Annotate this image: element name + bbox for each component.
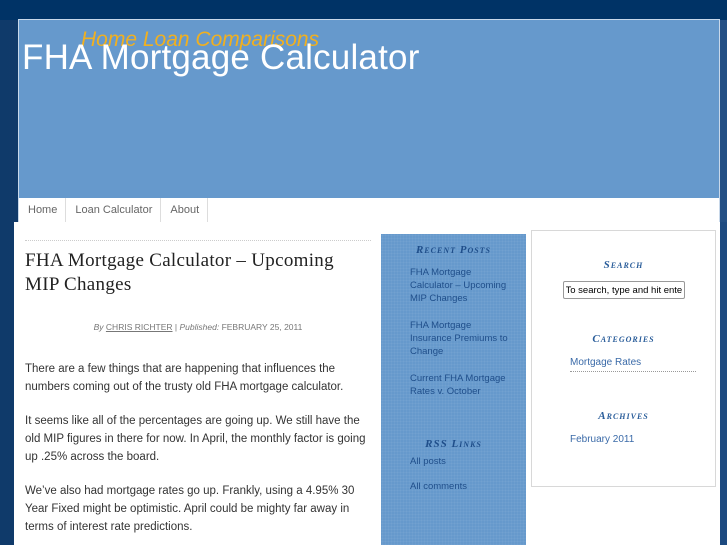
search-title: Search <box>603 259 644 271</box>
post-body: There are a few things that are happenin… <box>25 360 371 536</box>
main-column: FHA Mortgage Calculator – Upcoming MIP C… <box>25 240 371 545</box>
post-paragraph: It seems like all of the percentages are… <box>25 415 366 463</box>
rss-links-list: All posts All comments <box>381 456 526 492</box>
rss-all-posts-link[interactable]: All posts <box>410 456 526 467</box>
nav-loan-calculator[interactable]: Loan Calculator <box>66 198 162 222</box>
author-link[interactable]: CHRIS RICHTER <box>106 322 173 332</box>
page-background-top <box>0 0 727 20</box>
content-area: FHA Mortgage Calculator – Upcoming MIP C… <box>14 222 720 545</box>
post-paragraph: We’ve also had mortgage rates go up. Fra… <box>25 485 355 533</box>
categories-title: Categories <box>592 333 655 345</box>
search-input[interactable] <box>562 281 685 299</box>
archives-title: Archives <box>598 410 649 422</box>
recent-post-link[interactable]: FHA Mortgage Insurance Premiums to Chang… <box>410 319 512 358</box>
nav-about[interactable]: About <box>161 198 209 222</box>
divider <box>25 240 371 241</box>
recent-post-link[interactable]: Current FHA Mortgage Rates v. October <box>410 372 512 398</box>
site-header: Home Loan Comparisons FHA Mortgage Calcu… <box>18 19 720 199</box>
byline-separator: | <box>174 322 178 332</box>
post-paragraph: There are a few things that are happenin… <box>25 363 344 393</box>
site-title[interactable]: FHA Mortgage Calculator <box>22 38 420 78</box>
post-byline: By CHRIS RICHTER | Published: FEBRUARY 2… <box>25 322 371 332</box>
recent-posts-list: FHA Mortgage Calculator – Upcoming MIP C… <box>381 266 526 398</box>
rss-all-comments-link[interactable]: All comments <box>410 481 526 492</box>
category-link[interactable]: Mortgage Rates <box>570 357 696 372</box>
rss-links-title: RSS Links <box>425 438 482 450</box>
byline-by-label: By <box>93 322 104 332</box>
archive-link[interactable]: February 2011 <box>570 434 715 445</box>
post-date: FEBRUARY 25, 2011 <box>221 322 303 332</box>
byline-published-label: Published: <box>179 322 220 332</box>
main-nav: Home Loan Calculator About <box>18 198 720 222</box>
recent-post-link[interactable]: FHA Mortgage Calculator – Upcoming MIP C… <box>410 266 512 305</box>
nav-home[interactable]: Home <box>19 198 67 222</box>
sidebar-recent-posts: Recent Posts FHA Mortgage Calculator – U… <box>381 234 526 545</box>
sidebar-right: Search Categories Mortgage Rates Archive… <box>531 230 716 487</box>
post-title: FHA Mortgage Calculator – Upcoming MIP C… <box>25 250 334 295</box>
page-background-edge <box>720 222 727 545</box>
recent-posts-title: Recent Posts <box>415 244 492 256</box>
